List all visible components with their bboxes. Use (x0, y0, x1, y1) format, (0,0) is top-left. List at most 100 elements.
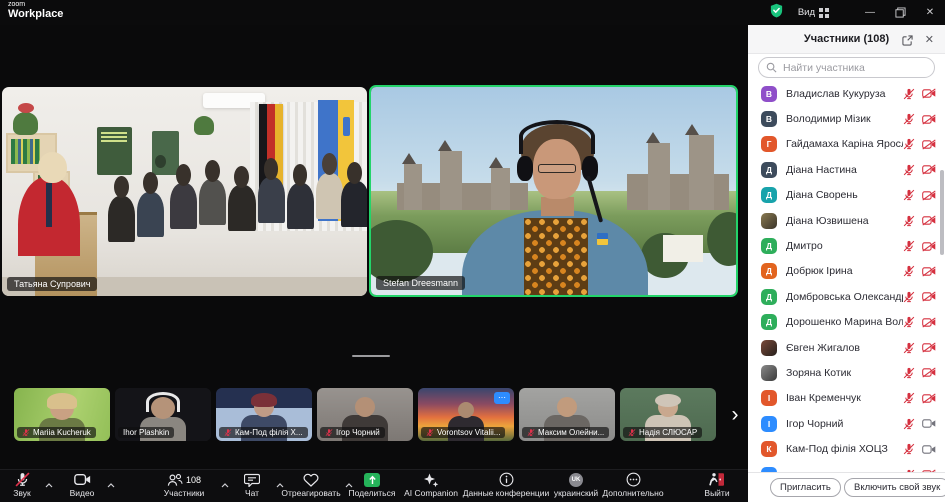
toolbar-chat[interactable]: Чат (229, 472, 275, 502)
person-head (151, 397, 175, 419)
filmstrip-tile[interactable]: Максим Олейни... (519, 388, 615, 441)
close-panel-icon[interactable]: ✕ (925, 33, 934, 46)
filmstrip-tile[interactable]: Надія СЛЮСАР (620, 388, 716, 441)
toolbar-video[interactable]: Видео (58, 472, 106, 502)
muted-mic-icon (903, 418, 915, 430)
avatar: К (761, 441, 777, 457)
participant-row[interactable]: Д Діана Настина (748, 157, 945, 182)
participant-row[interactable]: В Володимир Мізик (748, 106, 945, 131)
participant-name: Зоряна Котик (786, 367, 903, 379)
filmstrip-tile[interactable]: Ihor Plashkin (115, 388, 211, 441)
muted-mic-icon (22, 428, 30, 437)
person-head (658, 397, 678, 417)
unmute-button[interactable]: Включить свой звук (844, 478, 945, 497)
leave-meeting-icon (709, 472, 725, 487)
avatar: І (761, 390, 777, 406)
participant-row[interactable]: Д Діана Сворень (748, 183, 945, 208)
resize-handle[interactable] (352, 355, 390, 357)
avatar-initial: І (768, 393, 770, 403)
filmstrip-tile[interactable]: Mariia Kucheruk (14, 388, 110, 441)
avatar-initial: К (766, 444, 771, 454)
camera-icon (74, 473, 91, 486)
participant-row[interactable]: В Владислав Кукуруза (748, 81, 945, 106)
participant-row[interactable] (748, 462, 945, 472)
flower-pot (13, 112, 39, 135)
camera-status-icon (922, 114, 936, 125)
chevron-up-icon[interactable] (221, 475, 229, 493)
participant-row[interactable]: Зоряна Котик (748, 360, 945, 385)
person-head (50, 396, 74, 420)
muted-mic-icon (903, 113, 915, 125)
avatar: Д (761, 162, 777, 178)
participant-row[interactable]: Д Добрюк Ірина (748, 259, 945, 284)
participant-status-icons (903, 418, 936, 430)
participant-row[interactable]: Д Домбровська Олександра (748, 284, 945, 309)
panel-header: Участники (108) ✕ (748, 25, 945, 54)
chevron-up-icon[interactable] (45, 475, 53, 493)
avatar-initial: Д (766, 165, 772, 175)
participant-row[interactable]: Д Дмитро (748, 233, 945, 258)
toolbar-ai-companion[interactable]: AI Companion (402, 472, 460, 502)
participant-status-icons (903, 189, 936, 201)
avatar-initial: Д (766, 190, 772, 200)
participant-status-icons (903, 215, 936, 227)
video-stage: Татьяна Супрович (0, 25, 748, 502)
toolbar-interpretation[interactable]: UK украинский (554, 472, 598, 502)
audience-person (316, 173, 343, 219)
person-head (254, 397, 274, 417)
participant-name: Володимир Мізик (786, 113, 903, 125)
toolbar-audio[interactable]: Звук (0, 472, 44, 502)
participant-row[interactable]: Г Гайдамаха Каріна Ярославівна (748, 132, 945, 157)
zoom-workplace-logo: zoom Workplace (8, 1, 63, 20)
view-button[interactable]: Вид (798, 7, 829, 18)
video-tile-active-speaker[interactable]: Stefan Dreesmann (369, 85, 738, 297)
participant-name-label: Stefan Dreesmann (376, 276, 465, 290)
toolbar-react[interactable]: Отреагировать (278, 472, 344, 502)
minimize-button[interactable]: — (855, 0, 885, 25)
filmstrip-next-button[interactable]: › (726, 403, 744, 429)
participant-name-label: Ihor Plashkin (118, 427, 174, 438)
toolbar-participants[interactable]: 108 Участники (148, 472, 220, 502)
search-participant-input[interactable] (758, 57, 935, 78)
toolbar-share[interactable]: Поделиться (343, 472, 401, 502)
toolbar-meeting-info[interactable]: Данные конференции (462, 472, 550, 502)
audience-person (341, 181, 367, 227)
invite-button[interactable]: Пригласить (770, 478, 841, 497)
participant-row[interactable]: І Ігор Чорний (748, 411, 945, 436)
video-tile-classroom[interactable]: Татьяна Супрович (2, 87, 367, 296)
participant-row[interactable]: І Іван Кременчук (748, 386, 945, 411)
scrollbar-thumb[interactable] (940, 170, 944, 255)
filmstrip-tile[interactable]: Кам-Под філія Х... (216, 388, 312, 441)
muted-mic-icon (903, 291, 915, 303)
participant-name: Діана Юзвишена (786, 215, 903, 227)
participant-name-label: Татьяна Супрович (7, 277, 97, 291)
participants-icon (167, 473, 183, 487)
camera-status-icon (922, 266, 936, 277)
participant-row[interactable]: Діана Юзвишена (748, 208, 945, 233)
muted-mic-icon (903, 164, 915, 176)
filmstrip-tile[interactable]: Ігор Чорний (317, 388, 413, 441)
participant-name: Діана Сворень (786, 189, 903, 201)
camera-status-icon (922, 342, 936, 353)
heart-icon (303, 473, 319, 487)
participant-row[interactable]: Євген Жигалов (748, 335, 945, 360)
more-options-badge[interactable]: ⋯ (494, 392, 510, 404)
muted-mic-icon (903, 138, 915, 150)
restore-button[interactable] (885, 0, 915, 25)
popout-icon[interactable] (902, 33, 913, 51)
avatar: Д (761, 263, 777, 279)
participant-status-icons (903, 443, 936, 455)
camera-status-icon (922, 241, 936, 252)
participant-row[interactable]: К Кам-Под філія ХОЦЗ (748, 436, 945, 461)
chevron-up-icon[interactable] (107, 475, 115, 493)
avatar: Г (761, 136, 777, 152)
panel-footer: Пригласить Включить свой звук (748, 472, 945, 502)
security-shield-icon[interactable] (769, 3, 784, 23)
participant-name: Іван Кременчук (786, 392, 903, 404)
close-window-button[interactable]: ✕ (915, 0, 945, 25)
toolbar-leave[interactable]: Выйти (694, 472, 740, 502)
filmstrip-tile[interactable]: ⋯ Vorontsov Vitalii... (418, 388, 514, 441)
toolbar-more[interactable]: Дополнительно (602, 472, 664, 502)
participant-row[interactable]: Д Дорошенко Марина Володими… (748, 310, 945, 335)
view-label: Вид (798, 7, 815, 18)
